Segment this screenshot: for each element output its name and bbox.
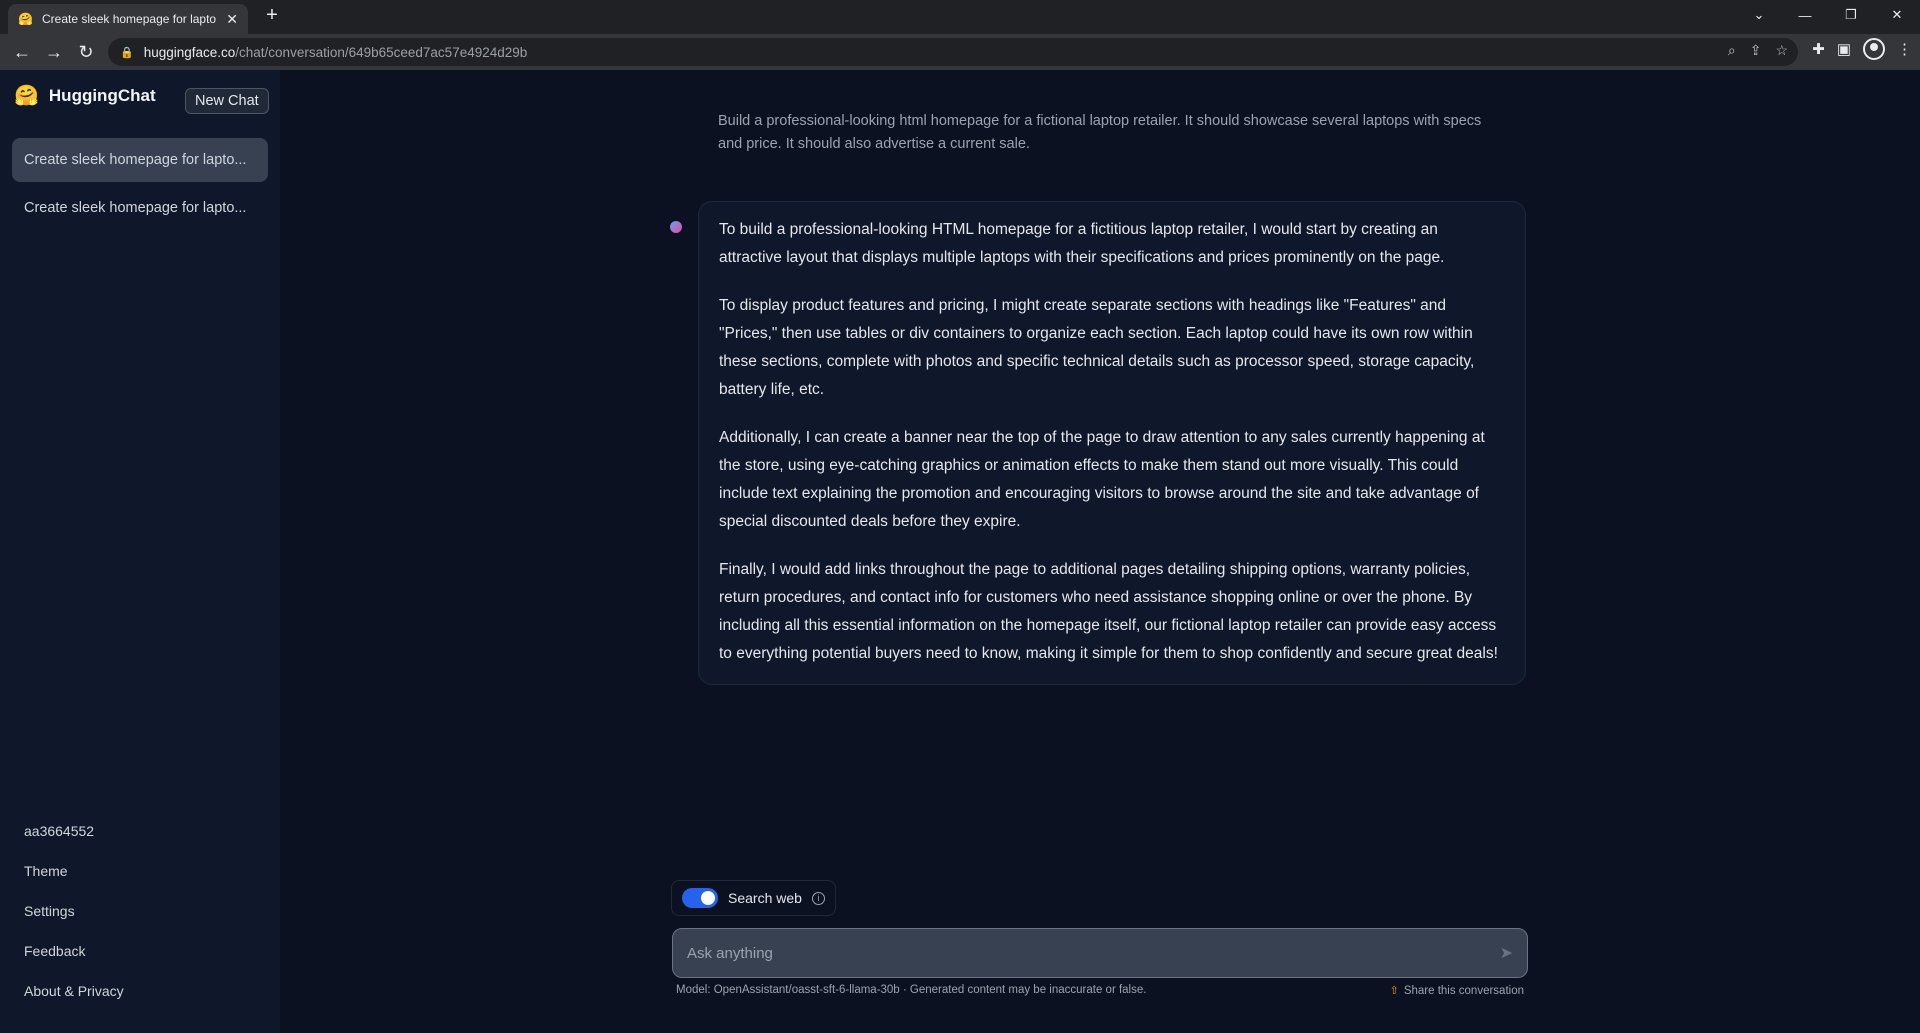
composer-footer: Model: OpenAssistant/oasst-sft-6-llama-3… (676, 984, 1524, 997)
brand-name: HuggingChat (48, 86, 156, 105)
sidebar: 🤗 HuggingChat New Chat Create sleek home… (0, 70, 280, 1033)
assistant-paragraph: To display product features and pricing,… (719, 297, 1475, 398)
browser-extension-icons: ✚ ▣ ⋮ (1812, 38, 1912, 60)
info-icon[interactable]: i (811, 891, 825, 905)
conversation-item-active[interactable]: Create sleek homepage for lapto... (12, 138, 268, 182)
conversation-item[interactable]: Create sleek homepage for lapto... (12, 186, 268, 230)
share-conversation-link[interactable]: ⇧ Share this conversation (1389, 984, 1524, 998)
search-web-toggle-container: Search web i (671, 880, 836, 916)
send-icon[interactable]: ➤ (1500, 943, 1513, 963)
address-bar[interactable]: 🔒 huggingface.co /chat/conversation/649b… (108, 38, 1798, 66)
feedback-link[interactable]: Feedback (12, 931, 268, 971)
about-privacy-link[interactable]: About & Privacy (12, 971, 268, 1011)
model-disclaimer: Model: OpenAssistant/oasst-sft-6-llama-3… (676, 984, 1147, 996)
conversation-list: Create sleek homepage for lapto... Creat… (12, 138, 268, 234)
browser-toolbar: ← → ↻ 🔒 huggingface.co /chat/conversatio… (0, 34, 1920, 70)
close-window-icon[interactable]: ✕ (1874, 0, 1920, 30)
bookmark-star-icon[interactable]: ☆ (1775, 42, 1788, 59)
browser-menu-icon[interactable]: ⋮ (1897, 40, 1912, 58)
close-tab-icon[interactable]: ✕ (226, 11, 238, 28)
side-panel-icon[interactable]: ▣ (1837, 40, 1851, 58)
share-upload-icon: ⇧ (1389, 985, 1399, 997)
huggingface-favicon-icon: 🤗 (18, 12, 33, 26)
window-controls: ⌄ — ❐ ✕ (1736, 0, 1920, 30)
tab-search-chevron-icon[interactable]: ⌄ (1736, 0, 1782, 30)
back-icon[interactable]: ← (6, 36, 38, 68)
user-message: Build a professional-looking html homepa… (718, 113, 1482, 152)
settings-button[interactable]: Settings (12, 891, 268, 931)
username: aa3664552 (24, 823, 95, 839)
ask-input[interactable] (687, 944, 1500, 962)
url-host: huggingface.co (143, 44, 236, 60)
chat-main: Build a professional-looking html homepa… (280, 70, 1920, 1033)
omnibox-icons: ⌕ ⇪ ☆ (1728, 42, 1788, 59)
theme-button[interactable]: Theme (12, 851, 268, 891)
browser-tab-strip: 🤗 Create sleek homepage for lapto ✕ + ⌄ … (0, 0, 1920, 34)
assistant-paragraph: To build a professional-looking HTML hom… (719, 221, 1445, 266)
browser-tab[interactable]: 🤗 Create sleek homepage for lapto ✕ (8, 4, 248, 34)
new-tab-icon[interactable]: + (260, 4, 284, 27)
sidebar-footer: aa3664552 Theme Settings Feedback About … (12, 811, 268, 1011)
assistant-paragraph: Finally, I would add links throughout th… (719, 561, 1498, 662)
assistant-avatar-icon (670, 221, 682, 233)
tab-title: Create sleek homepage for lapto (42, 12, 217, 26)
restore-icon[interactable]: ❐ (1828, 0, 1874, 30)
brand[interactable]: 🤗 HuggingChat (14, 86, 156, 106)
chat-input-box: ➤ (672, 928, 1528, 978)
minimize-icon[interactable]: — (1782, 0, 1828, 30)
share-label: Share this conversation (1403, 984, 1524, 997)
profile-avatar-icon[interactable] (1863, 38, 1885, 60)
lock-icon: 🔒 (120, 46, 134, 59)
zoom-icon[interactable]: ⌕ (1728, 42, 1736, 59)
extensions-puzzle-icon[interactable]: ✚ (1812, 40, 1825, 58)
share-icon[interactable]: ⇪ (1750, 42, 1762, 59)
reload-icon[interactable]: ↻ (70, 36, 102, 68)
search-web-label: Search web (728, 890, 802, 906)
url-path: /chat/conversation/649b65ceed7ac57e4924d… (235, 44, 528, 60)
assistant-message: To build a professional-looking HTML hom… (698, 201, 1526, 685)
hugging-face-logo-icon: 🤗 (14, 85, 39, 107)
new-chat-button[interactable]: New Chat (185, 88, 269, 114)
assistant-paragraph: Additionally, I can create a banner near… (719, 429, 1485, 530)
search-web-toggle[interactable] (682, 888, 718, 908)
forward-icon[interactable]: → (38, 36, 70, 68)
